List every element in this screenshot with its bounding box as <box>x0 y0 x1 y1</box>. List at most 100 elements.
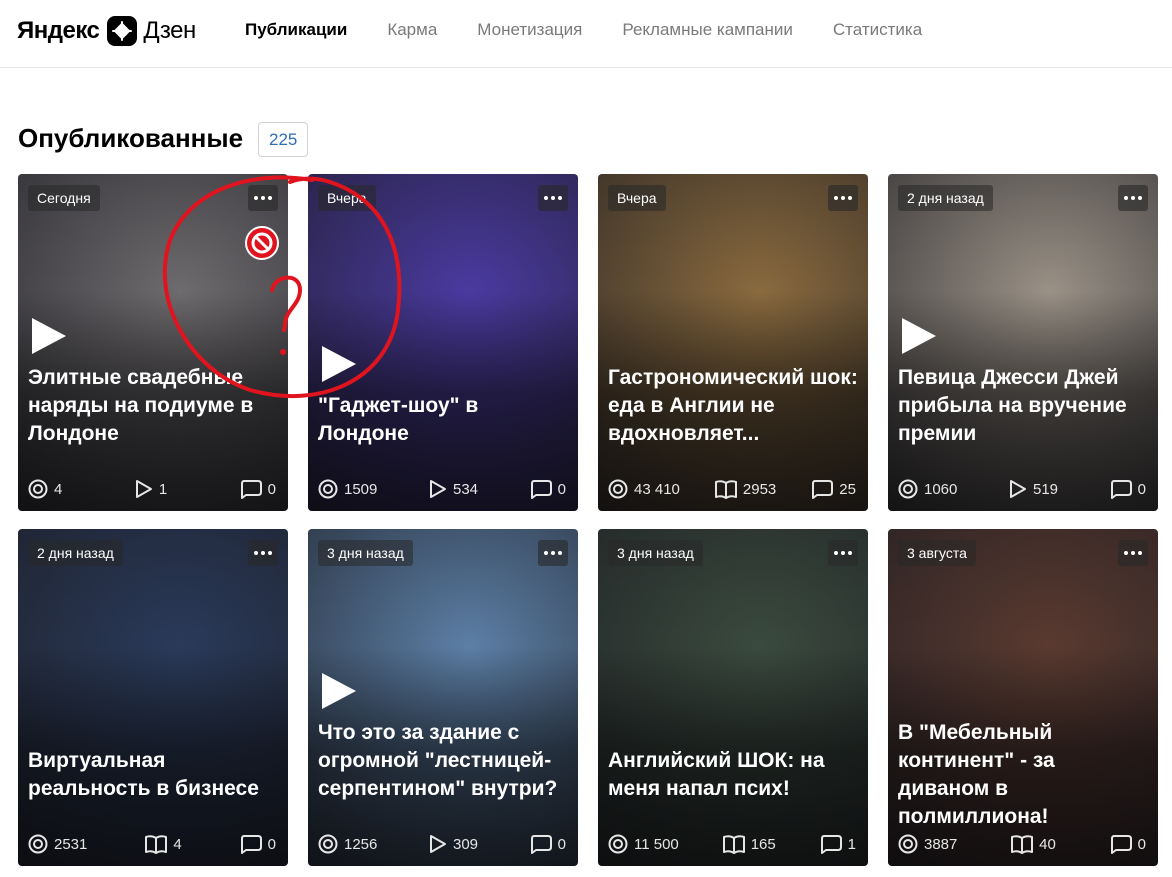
publication-card[interactable]: 3 августа В "Мебельный континент" - за ди… <box>888 529 1158 866</box>
dzen-logo-icon <box>107 16 138 46</box>
card-date-badge: 2 дня назад <box>898 185 993 211</box>
publication-card[interactable]: Вчера "Гаджет-шоу" в Лондоне 1509 534 0 <box>308 174 578 511</box>
card-title[interactable]: Английский ШОК: на меня напал псих! <box>608 747 858 803</box>
card-date-badge: Сегодня <box>28 185 100 211</box>
publication-card[interactable]: Вчера Гастрономический шок: еда в Англии … <box>598 174 868 511</box>
video-play-icon[interactable] <box>32 318 66 354</box>
card-gradient-overlay <box>18 529 288 866</box>
more-options-icon[interactable] <box>1118 185 1148 211</box>
views-stat: 2531 <box>28 834 87 854</box>
card-title[interactable]: В "Мебельный континент" - за диваном в п… <box>898 719 1148 831</box>
views-stat: 1509 <box>318 479 377 499</box>
engagement-stat: 165 <box>722 834 776 854</box>
nav-item-monetization[interactable]: Монетизация <box>477 20 582 40</box>
publication-card[interactable]: 2 дня назад Виртуальная реальность в бизн… <box>18 529 288 866</box>
engagement-count: 1 <box>158 480 168 498</box>
card-gradient-overlay <box>598 529 868 866</box>
more-options-icon[interactable] <box>1118 540 1148 566</box>
comments-stat: 0 <box>1110 834 1146 854</box>
comment-icon <box>240 834 262 854</box>
views-icon <box>28 834 48 854</box>
video-play-icon[interactable] <box>902 318 936 354</box>
card-date-badge: Вчера <box>608 185 666 211</box>
book-icon <box>714 479 737 499</box>
nav-item-statistics[interactable]: Статистика <box>833 20 922 40</box>
views-stat: 11 500 <box>608 834 679 854</box>
engagement-stat: 4 <box>145 834 182 854</box>
book-icon <box>145 834 168 854</box>
page-title: Опубликованные <box>18 123 244 153</box>
video-play-icon[interactable] <box>322 673 356 709</box>
card-title[interactable]: Гастрономический шок: еда в Англии не вд… <box>608 364 858 448</box>
more-options-icon[interactable] <box>538 185 568 211</box>
engagement-count: 519 <box>1033 480 1059 498</box>
comments-count: 0 <box>267 835 276 853</box>
engagement-count: 534 <box>453 480 479 498</box>
comments-count: 25 <box>839 480 856 498</box>
comments-count: 0 <box>1137 835 1146 853</box>
card-date-badge: 3 дня назад <box>608 540 703 566</box>
card-title[interactable]: Что это за здание с огромной "лестницей-… <box>318 719 568 803</box>
comment-icon <box>1110 479 1132 499</box>
video-play-icon[interactable] <box>322 346 356 382</box>
comments-stat: 25 <box>811 479 856 499</box>
views-count: 4 <box>54 480 63 498</box>
card-title[interactable]: Элитные свадебные наряды на подиуме в Ло… <box>28 364 278 448</box>
views-icon <box>898 834 918 854</box>
publication-card[interactable]: 2 дня назад Певица Джесси Джей прибыла на… <box>888 174 1158 511</box>
card-stats: 4 1 0 <box>28 478 276 500</box>
blocked-icon <box>245 226 279 260</box>
engagement-count: 165 <box>750 835 776 853</box>
nav-item-karma[interactable]: Карма <box>387 20 437 40</box>
engagement-stat: 40 <box>1011 834 1056 854</box>
engagement-count: 2953 <box>742 480 777 498</box>
book-icon <box>1011 834 1034 854</box>
card-stats: 2531 4 0 <box>28 833 276 855</box>
comment-icon <box>530 834 552 854</box>
views-icon <box>318 479 338 499</box>
more-options-icon[interactable] <box>538 540 568 566</box>
card-date-badge: 2 дня назад <box>28 540 123 566</box>
more-options-icon[interactable] <box>828 185 858 211</box>
comments-count: 0 <box>267 480 276 498</box>
card-gradient-overlay <box>308 174 578 511</box>
card-title[interactable]: Виртуальная реальность в бизнесе <box>28 747 278 803</box>
views-stat: 1256 <box>318 834 377 854</box>
comments-count: 0 <box>557 480 566 498</box>
top-header: Яндекс Дзен Публикации Карма Монетизация… <box>0 0 1172 68</box>
nav-item-publications[interactable]: Публикации <box>245 20 347 40</box>
card-date-badge: 3 дня назад <box>318 540 413 566</box>
card-stats: 1060 519 0 <box>898 478 1146 500</box>
card-title[interactable]: "Гаджет-шоу" в Лондоне <box>318 392 568 448</box>
views-stat: 4 <box>28 479 62 499</box>
book-icon <box>722 834 745 854</box>
publication-card[interactable]: 3 дня назад Что это за здание с огромной … <box>308 529 578 866</box>
card-gradient-overlay <box>598 174 868 511</box>
views-count: 2531 <box>54 835 88 853</box>
views-stat: 3887 <box>898 834 957 854</box>
more-options-icon[interactable] <box>828 540 858 566</box>
views-count: 11 500 <box>634 835 679 853</box>
views-count: 1256 <box>344 835 378 853</box>
comments-count: 0 <box>1137 480 1146 498</box>
views-icon <box>28 479 48 499</box>
engagement-stat: 534 <box>429 479 478 499</box>
engagement-stat: 2953 <box>714 479 777 499</box>
views-icon <box>608 834 628 854</box>
comment-icon <box>811 479 834 499</box>
engagement-count: 4 <box>173 835 182 853</box>
more-options-icon[interactable] <box>248 185 278 211</box>
publication-card[interactable]: 3 дня назад Английский ШОК: на меня напал… <box>598 529 868 866</box>
yandex-dzen-logo[interactable]: Яндекс Дзен <box>17 14 196 48</box>
engagement-count: 40 <box>1039 835 1056 853</box>
engagement-stat: 309 <box>429 834 478 854</box>
views-stat: 43 410 <box>608 479 680 499</box>
logo-yandex-text: Яндекс <box>17 17 100 44</box>
publication-card[interactable]: Сегодня Элитные свадебные наряды на подиу… <box>18 174 288 511</box>
more-options-icon[interactable] <box>248 540 278 566</box>
nav-item-ad-campaigns[interactable]: Рекламные кампании <box>622 20 793 40</box>
card-title[interactable]: Певица Джесси Джей прибыла на вручение п… <box>898 364 1148 448</box>
comments-stat: 0 <box>240 479 276 499</box>
main-nav: Публикации Карма Монетизация Рекламные к… <box>245 20 922 40</box>
comments-stat: 0 <box>1110 479 1146 499</box>
